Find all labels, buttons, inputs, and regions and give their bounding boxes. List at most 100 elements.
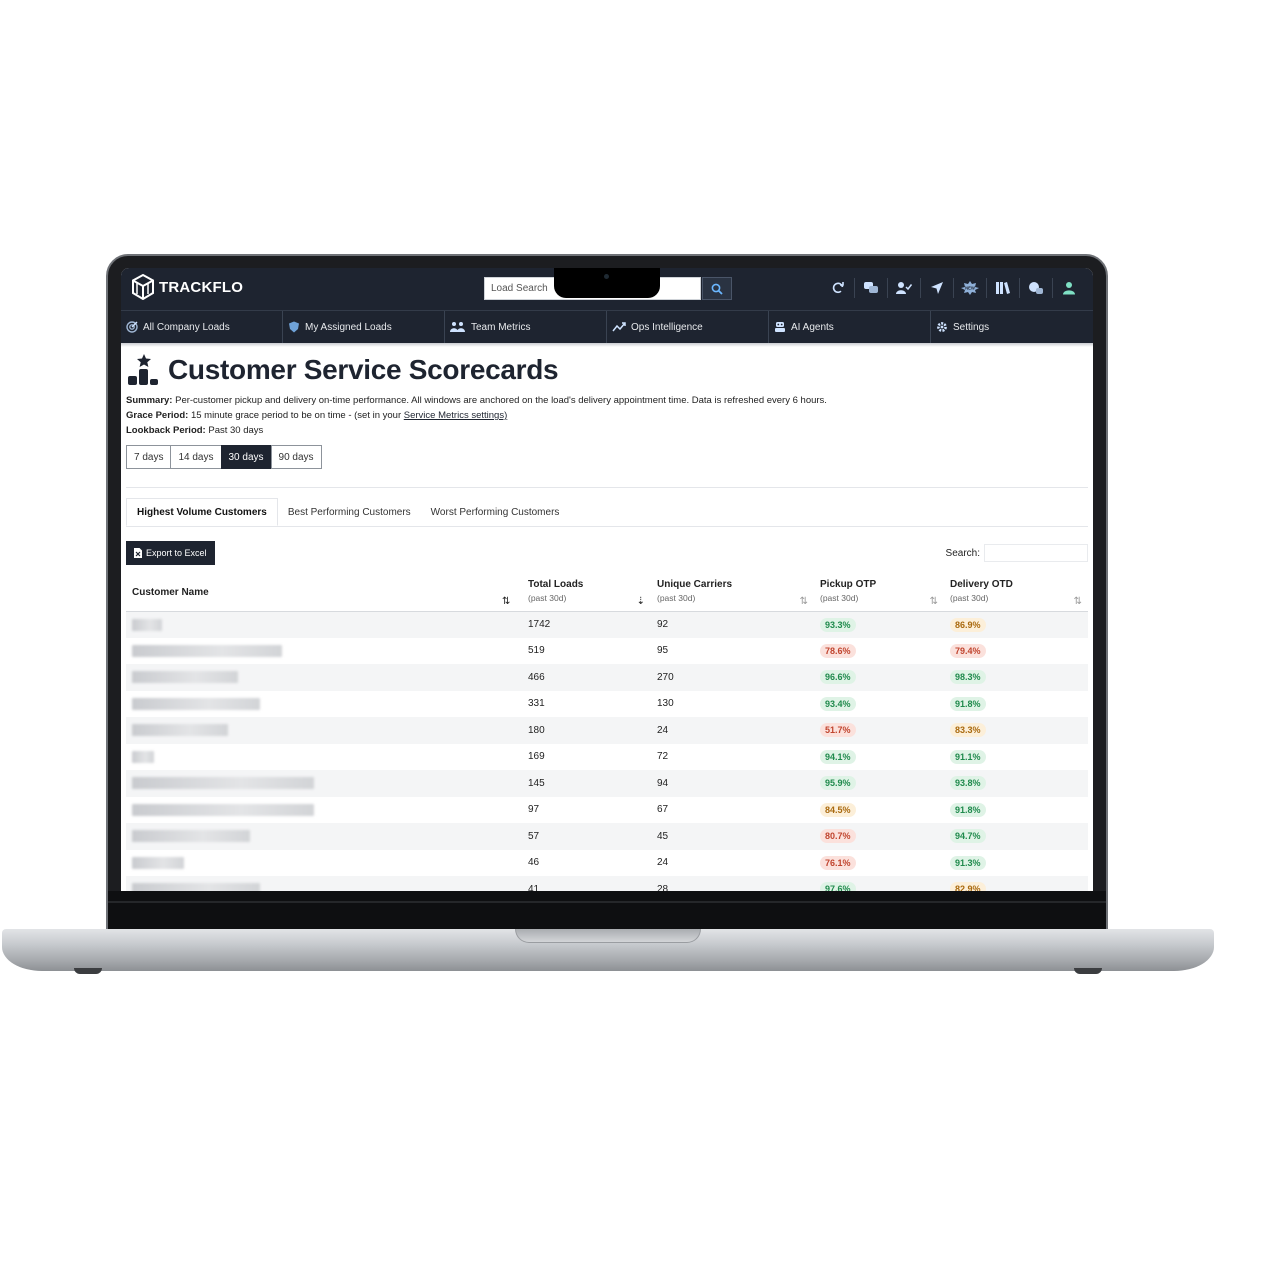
cell-customer-name	[126, 770, 522, 797]
tab-best-performing-customers[interactable]: Best Performing Customers	[278, 498, 421, 526]
service-metrics-settings-link[interactable]: Service Metrics settings)	[404, 410, 507, 421]
redacted-customer-name	[132, 671, 238, 684]
nav-my-assigned-loads[interactable]: My Assigned Loads	[283, 311, 445, 343]
gear-icon	[937, 322, 947, 332]
cell-delivery-otd: 98.3%	[944, 664, 1088, 691]
nav-settings[interactable]: Settings	[931, 311, 1093, 343]
nav-all-company-loads[interactable]: All Company Loads	[121, 311, 283, 343]
whats-new-button[interactable]: NEW	[953, 278, 986, 298]
header-label: Customer Name	[132, 587, 209, 599]
refresh-button[interactable]	[821, 278, 854, 298]
redacted-customer-name	[132, 750, 154, 763]
scorecard-tabs: Highest Volume Customers Best Performing…	[126, 498, 1088, 527]
range-30-days-button[interactable]: 30 days	[220, 445, 272, 469]
summary-line: Summary: Per-customer pickup and deliver…	[126, 393, 1088, 408]
table-row[interactable]: 331 130 93.4% 91.8%	[126, 691, 1088, 718]
pickup-otp-badge: 78.6%	[820, 643, 856, 658]
cell-delivery-otd: 82.9%	[944, 876, 1088, 891]
nav-label: Ops Intelligence	[631, 321, 703, 333]
header-delivery-otd[interactable]: Delivery OTD (past 30d) ⇅	[944, 575, 1088, 612]
range-14-days-button[interactable]: 14 days	[170, 445, 222, 469]
grace-line: Grace Period: 15 minute grace period to …	[126, 408, 1088, 423]
chat-button[interactable]	[854, 278, 887, 298]
cell-pickup-otp: 78.6%	[814, 638, 944, 665]
pickup-otp-badge: 51.7%	[820, 723, 856, 738]
tab-highest-volume-customers[interactable]: Highest Volume Customers	[126, 498, 278, 526]
table-row[interactable]: 1742 92 93.3% 86.9%	[126, 611, 1088, 638]
cell-pickup-otp: 93.3%	[814, 611, 944, 638]
redacted-customer-name	[132, 618, 162, 631]
redacted-customer-name	[132, 697, 260, 710]
refresh-icon	[832, 282, 844, 294]
nav-ops-intelligence[interactable]: Ops Intelligence	[607, 311, 769, 343]
load-search-button[interactable]	[702, 277, 732, 300]
table-row[interactable]: 169 72 94.1% 91.1%	[126, 744, 1088, 771]
delivery-otd-badge: 82.9%	[950, 882, 986, 891]
table-row[interactable]: 41 28 97.6% 82.9%	[126, 876, 1088, 891]
laptop-bezel	[108, 891, 1106, 931]
search-icon	[711, 283, 723, 295]
cell-customer-name	[126, 638, 522, 665]
cell-customer-name	[126, 717, 522, 744]
profile-button[interactable]	[1052, 278, 1085, 298]
top-toolbar: NEW	[821, 278, 1085, 298]
nav-label: All Company Loads	[143, 321, 230, 333]
cube-logo-icon	[132, 274, 154, 300]
send-button[interactable]	[920, 278, 953, 298]
cell-total-loads: 145	[522, 770, 651, 797]
cell-unique-carriers: 92	[651, 611, 814, 638]
pickup-otp-badge: 80.7%	[820, 829, 856, 844]
table-row[interactable]: 46 24 76.1% 91.3%	[126, 850, 1088, 877]
nav-ai-agents[interactable]: AI Agents	[769, 311, 931, 343]
range-7-days-button[interactable]: 7 days	[126, 445, 172, 469]
sort-arrows-icon: ⇅	[502, 595, 511, 607]
cell-total-loads: 169	[528, 751, 545, 763]
header-sub: (past 30d)	[820, 593, 859, 603]
nav-team-metrics[interactable]: Team Metrics	[445, 311, 607, 343]
table-body: 1742 92 93.3% 86.9% 519 95 78.6% 79.4% 466 270 96.…	[126, 611, 1088, 891]
export-to-excel-button[interactable]: Export to Excel	[126, 541, 215, 565]
cell-total-loads: 1742	[522, 611, 651, 638]
cell-pickup-otp: 95.9%	[814, 770, 944, 797]
table-row[interactable]: 57 45 80.7% 94.7%	[126, 823, 1088, 850]
header-label: Pickup OTP	[820, 579, 877, 590]
header-label: Delivery OTD	[950, 579, 1013, 590]
header-label: Total Loads	[528, 579, 584, 590]
table-row[interactable]: 519 95 78.6% 79.4%	[126, 638, 1088, 665]
cell-delivery-otd: 91.3%	[944, 850, 1088, 877]
table-row[interactable]: 145 94 95.9% 93.8%	[126, 770, 1088, 797]
cell-pickup-otp: 76.1%	[814, 850, 944, 877]
cell-unique-carriers: 130	[657, 698, 674, 710]
support-button[interactable]	[1019, 278, 1052, 298]
cell-customer-name	[126, 850, 522, 877]
cell-delivery-otd: 94.7%	[944, 823, 1088, 850]
cell-pickup-otp: 97.6%	[814, 876, 944, 891]
table-row[interactable]: 466 270 96.6% 98.3%	[126, 664, 1088, 691]
pickup-otp-badge: 95.9%	[820, 776, 856, 791]
header-total-loads[interactable]: Total Loads (past 30d) ⇅ ⇣	[502, 575, 651, 612]
header-pickup-otp[interactable]: Pickup OTP (past 30d) ⇅	[814, 575, 944, 612]
assign-user-button[interactable]	[887, 278, 920, 298]
table-row[interactable]: 97 67 84.5% 91.8%	[126, 797, 1088, 824]
brand-logo[interactable]: TRACKFLO	[131, 274, 243, 300]
sort-arrows-icon: ⇅	[1073, 595, 1082, 607]
range-90-days-button[interactable]: 90 days	[270, 445, 322, 469]
pickup-otp-badge: 96.6%	[820, 670, 856, 685]
table-row[interactable]: 180 24 51.7% 83.3%	[126, 717, 1088, 744]
summary-text: Per-customer pickup and delivery on-time…	[175, 395, 827, 406]
cell-unique-carriers: 94	[651, 770, 814, 797]
table-search-input[interactable]	[984, 544, 1088, 562]
cell-unique-carriers: 270	[651, 664, 814, 691]
tab-worst-performing-customers[interactable]: Worst Performing Customers	[421, 498, 570, 526]
cell-customer-name	[126, 823, 522, 850]
header-customer-name[interactable]: Customer Name	[126, 575, 522, 612]
header-unique-carriers[interactable]: Unique Carriers (past 30d) ⇅	[651, 575, 814, 612]
lookback-line: Lookback Period: Past 30 days	[126, 423, 1088, 438]
header-sub: (past 30d)	[528, 593, 567, 603]
cell-unique-carriers: 24	[651, 717, 814, 744]
section-divider	[126, 487, 1088, 488]
header-sub: (past 30d)	[657, 593, 696, 603]
cell-customer-name	[126, 691, 522, 718]
library-button[interactable]	[986, 278, 1019, 298]
cell-customer-name	[126, 876, 522, 891]
